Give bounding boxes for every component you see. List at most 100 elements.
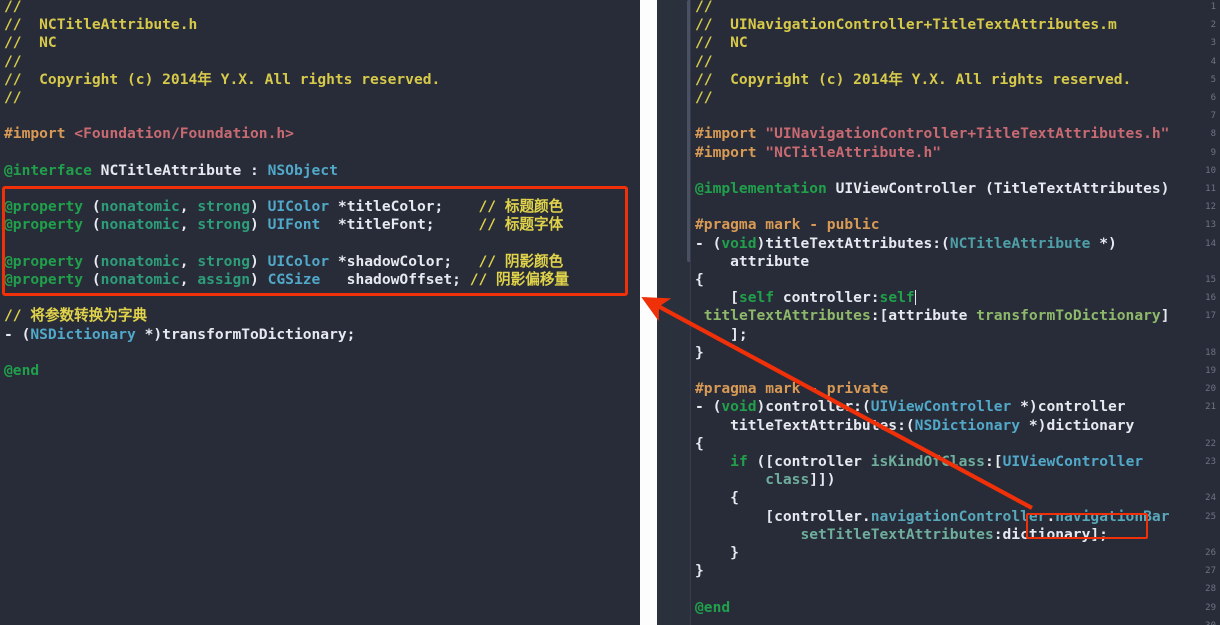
- code-token: // 阴影颜色: [478, 252, 564, 270]
- right-code-line[interactable]: @implementation UIViewController (TitleT…: [695, 180, 1169, 198]
- code-token: self: [738, 289, 775, 307]
- right-code-line[interactable]: }: [695, 562, 704, 580]
- code-token: #pragma mark - private: [695, 380, 889, 398]
- editor-screenshot: //// NCTitleAttribute.h// NC//// Copyrig…: [0, 0, 1220, 625]
- left-code-line[interactable]: @property (nonatomic, strong) UIFont *ti…: [4, 216, 563, 234]
- code-token: CGSize: [267, 271, 321, 288]
- code-token: *)controller: [1011, 398, 1126, 416]
- line-number: 17: [1205, 311, 1216, 322]
- code-token: UIFont: [267, 216, 321, 234]
- left-code-line[interactable]: @property (nonatomic, strong) UIColor *s…: [4, 253, 563, 271]
- line-number-gutter: [657, 0, 691, 625]
- right-code-line[interactable]: #pragma mark - public: [695, 216, 880, 234]
- code-token: class: [765, 471, 810, 489]
- right-code-line[interactable]: if ([controller isKindOfClass:[UIViewCon…: [695, 453, 1143, 471]
- right-code-line[interactable]: // Copyright (c) 2014年 Y.X. All rights r…: [695, 71, 1131, 89]
- left-code-line[interactable]: @property (nonatomic, strong) UIColor *t…: [4, 198, 563, 216]
- code-token: void: [721, 234, 757, 252]
- code-token: NCTitleAttribute: [949, 234, 1091, 252]
- right-code-line[interactable]: [self controller:self: [695, 289, 916, 307]
- code-token: {: [695, 434, 704, 452]
- code-token: UIColor: [267, 252, 330, 270]
- code-token: // 将参数转换为字典: [4, 307, 148, 325]
- right-code-line[interactable]: //: [695, 0, 713, 16]
- left-code-line[interactable]: @end: [4, 362, 39, 380]
- line-number: 9: [1210, 147, 1216, 158]
- right-code-line[interactable]: {: [695, 489, 739, 507]
- left-code-line[interactable]: @interface NCTitleAttribute : NSObject: [4, 162, 338, 180]
- right-code-line[interactable]: titleTextAttributes:[attribute transform…: [695, 307, 1170, 325]
- left-code-line[interactable]: // NCTitleAttribute.h: [4, 16, 197, 34]
- code-token: ,: [179, 216, 198, 234]
- code-token: attribute: [695, 252, 810, 270]
- right-code-line[interactable]: }: [695, 344, 704, 362]
- code-token: // Copyright (c) 2014年 Y.X. All rights r…: [695, 70, 1132, 88]
- left-code-line[interactable]: @property (nonatomic, assign) CGSize sha…: [4, 271, 569, 289]
- line-number: 15: [1205, 275, 1216, 285]
- right-code-line[interactable]: // UINavigationController+TitleTextAttri…: [695, 16, 1117, 34]
- right-code-line[interactable]: [controller.navigationController.navigat…: [695, 507, 1169, 526]
- code-token: (: [83, 271, 101, 288]
- line-number: 5: [1210, 74, 1216, 85]
- right-code-pane[interactable]: 1 2 3 4 5 6 7 8 9 10 11 12 13 14 15 16 17 18 19 20 21 22 23 24 2…: [657, 0, 1220, 625]
- right-code-line[interactable]: - (void)titleTextAttributes:(NCTitleAttr…: [695, 235, 1117, 253]
- left-code-line[interactable]: // Copyright (c) 2014年 Y.X. All rights r…: [4, 71, 440, 89]
- left-code-line[interactable]: // NC: [4, 34, 57, 52]
- left-code-line[interactable]: #import <Foundation/Foundation.h>: [4, 125, 294, 143]
- code-token: strong: [197, 252, 251, 270]
- code-token: #pragma mark - public: [695, 216, 880, 234]
- gutter-divider: [690, 0, 691, 625]
- code-token: @property: [4, 198, 84, 216]
- code-token: //: [4, 89, 22, 106]
- code-token: NSObject: [267, 161, 338, 179]
- right-code-line[interactable]: #pragma mark - private: [695, 380, 888, 398]
- right-code-line[interactable]: attribute: [695, 253, 809, 271]
- left-code-line[interactable]: //: [4, 53, 22, 71]
- code-token: // 标题颜色: [478, 198, 564, 216]
- left-code-line[interactable]: - (NSDictionary *)transformToDictionary;: [4, 326, 355, 344]
- left-code-pane[interactable]: //// NCTitleAttribute.h// NC//// Copyrig…: [0, 0, 640, 625]
- line-number: 24: [1205, 493, 1216, 504]
- code-token: UIViewController (TitleTextAttributes): [826, 180, 1170, 197]
- right-code-line[interactable]: class]]): [695, 471, 835, 489]
- code-token: titleTextAttributes: [703, 307, 871, 325]
- code-token: - (: [695, 398, 722, 416]
- code-token: #import: [4, 125, 75, 143]
- code-token: NSDictionary: [30, 325, 136, 343]
- code-token: :[: [984, 453, 1003, 470]
- code-token: nonatomic: [100, 216, 180, 234]
- code-token: "UINavigationController+TitleTextAttribu…: [765, 125, 1170, 143]
- code-token: .: [1046, 507, 1056, 525]
- code-token: strong: [197, 198, 251, 216]
- right-code-line[interactable]: #import "UINavigationController+TitleTex…: [695, 125, 1169, 143]
- code-token: (: [83, 252, 101, 270]
- right-code-line[interactable]: //: [695, 53, 713, 71]
- code-token: @interface: [4, 161, 92, 179]
- code-token: *titleFont;: [320, 216, 479, 234]
- line-number: 1: [1210, 2, 1216, 12]
- code-token: shadowOffset;: [320, 271, 470, 288]
- right-code-line[interactable]: {: [695, 271, 704, 289]
- code-token: // NC: [695, 34, 748, 52]
- code-token: #import: [695, 125, 766, 143]
- code-token: nonatomic: [100, 252, 180, 270]
- left-code-line[interactable]: //: [4, 0, 22, 16]
- right-code-line[interactable]: @end: [695, 599, 730, 617]
- line-number: 18: [1205, 347, 1216, 358]
- right-code-line[interactable]: // NC: [695, 34, 748, 52]
- left-code-line[interactable]: // 将参数转换为字典: [4, 307, 147, 325]
- right-code-line[interactable]: setTitleTextAttributes:dictionary];: [695, 526, 1108, 544]
- right-code-line[interactable]: - (void)controller:(UIViewController *)c…: [695, 398, 1126, 416]
- right-code-line[interactable]: titleTextAttributes:(NSDictionary *)dict…: [695, 417, 1134, 435]
- right-code-line[interactable]: ];: [695, 326, 748, 344]
- right-code-line[interactable]: {: [695, 435, 704, 453]
- code-token: NCTitleAttribute :: [91, 161, 268, 179]
- right-code-line[interactable]: //: [695, 89, 713, 107]
- right-code-line[interactable]: }: [695, 544, 739, 562]
- code-token: //: [695, 0, 713, 15]
- left-code-line[interactable]: //: [4, 89, 22, 107]
- right-code-line[interactable]: #import "NCTitleAttribute.h": [695, 144, 941, 162]
